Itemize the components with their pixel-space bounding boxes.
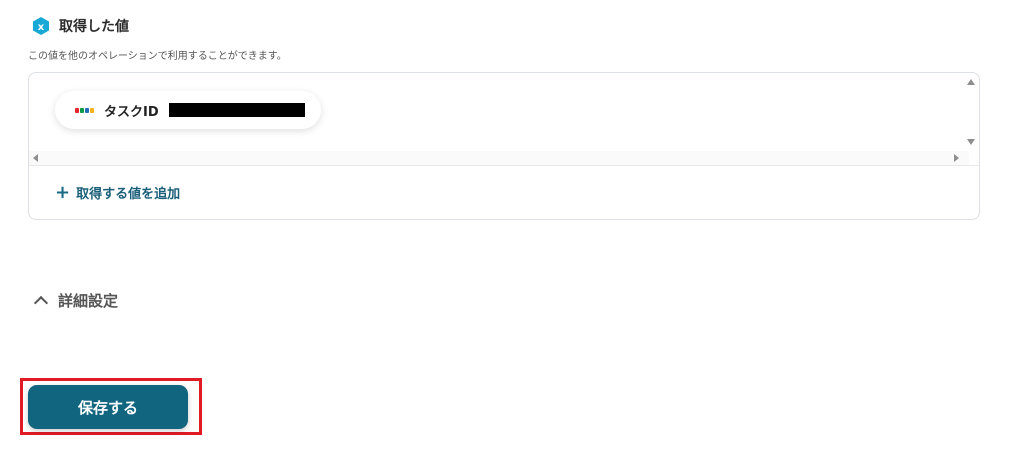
value-chip-label: タスクID xyxy=(104,104,159,120)
section-header: x 取得した値 xyxy=(31,16,129,36)
section-description: この値を他のオペレーションで利用することができます。 xyxy=(28,51,287,62)
page: x 取得した値 この値を他のオペレーションで利用することができます。 タスクID xyxy=(0,0,1019,450)
yoom-hexagon-icon: x xyxy=(33,17,49,35)
advanced-settings-label: 詳細設定 xyxy=(58,292,119,310)
zoho-logo-icon xyxy=(75,107,94,113)
values-panel: タスクID + 取得する値を追加 xyxy=(28,72,980,220)
scroll-up-arrow-icon[interactable] xyxy=(967,79,975,85)
vertical-scrollbar[interactable] xyxy=(965,73,979,151)
add-value-label: 取得する値を追加 xyxy=(76,187,181,202)
svg-text:x: x xyxy=(38,22,45,33)
scroll-right-arrow-icon[interactable] xyxy=(954,154,959,162)
scroll-left-arrow-icon[interactable] xyxy=(33,154,38,162)
advanced-settings-toggle[interactable]: 詳細設定 xyxy=(33,290,119,311)
plus-icon: + xyxy=(55,181,71,203)
add-value-button[interactable]: + 取得する値を追加 xyxy=(55,183,180,202)
redacted-value xyxy=(168,103,305,117)
horizontal-scrollbar[interactable] xyxy=(29,151,969,165)
chevron-up-icon xyxy=(33,295,49,310)
value-chip[interactable]: タスクID xyxy=(55,91,321,129)
save-button[interactable]: 保存する xyxy=(28,385,188,429)
scroll-down-arrow-icon[interactable] xyxy=(967,139,975,145)
section-title: 取得した値 xyxy=(59,19,129,35)
values-scroll-area[interactable]: タスクID xyxy=(29,73,979,166)
